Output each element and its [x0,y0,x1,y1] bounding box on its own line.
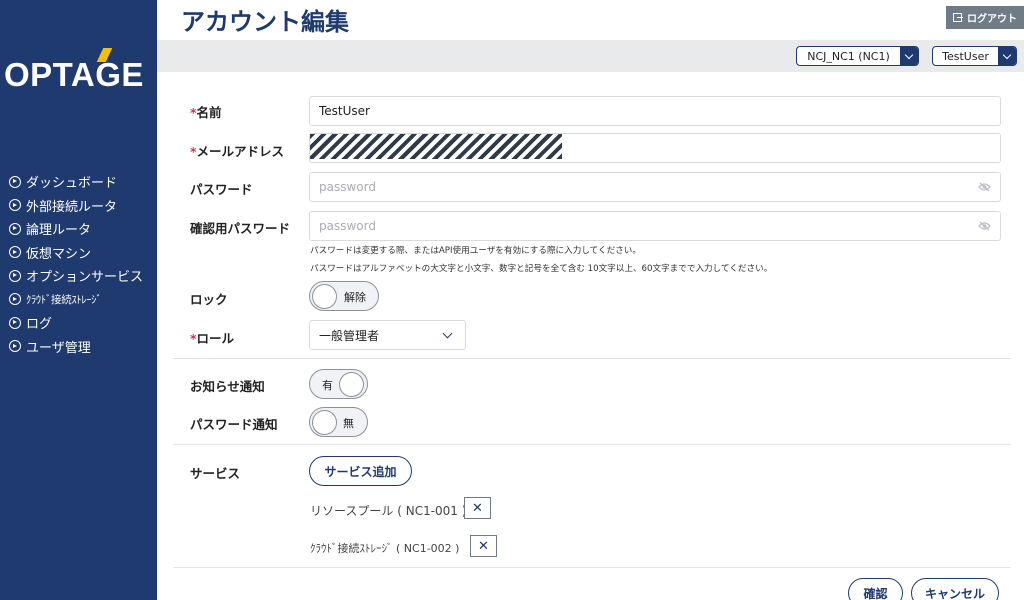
email-redacted-value [310,134,562,159]
eye-slash-icon[interactable] [978,182,991,192]
role-select-value: 一般管理者 [319,328,380,343]
password-help-1: パスワードは変更する際、またはAPI使用ユーザを有効にする際に入力してください。 [310,246,641,256]
eye-slash-icon[interactable] [978,221,991,231]
remove-service-button[interactable]: ✕ [470,535,497,557]
remove-service-button[interactable]: ✕ [464,497,491,519]
sidebar-item-option-service[interactable]: オプションサービス [9,264,143,288]
circle-play-icon [9,316,21,329]
logo-text: OPTAGE [4,56,144,93]
logout-label: ログアウト [967,14,1017,25]
tenant-select[interactable]: NCJ_NC1 (NC1) [796,46,919,66]
confirm-password-placeholder: password [319,219,376,233]
sidebar-item-virtual-machine[interactable]: 仮想マシン [9,241,143,265]
circle-play-icon [9,175,21,188]
circle-play-icon [9,199,21,212]
sidebar-item-label: 仮想マシン [26,246,92,262]
optage-logo: OPTAGE [4,48,152,96]
password-input[interactable]: password [309,172,1001,202]
name-label: *名前 [190,102,222,121]
notice-label: お知らせ通知 [190,379,265,394]
sidebar-item-label: 論理ルータ [26,223,92,239]
name-label-text: 名前 [196,105,222,120]
user-select-value: TestUser [942,49,989,63]
toggle-knob [339,371,364,397]
toggle-knob [312,409,337,435]
section-divider [173,358,1011,359]
add-service-button[interactable]: サービス追加 [309,456,412,486]
name-input[interactable]: TestUser [309,96,1001,126]
service-item: リソースプール ( NC1-001 ) [310,504,467,518]
sidebar-item-label: ｸﾗｳﾄﾞ接続ｽﾄﾚｰｼﾞ [26,293,102,306]
user-select[interactable]: TestUser [932,46,1017,66]
sidebar-item-user-management[interactable]: ユーザ管理 [9,335,143,359]
email-label: *メールアドレス [190,141,284,160]
logout-button[interactable]: ログアウト [946,6,1024,29]
lock-label: ロック [190,292,228,307]
section-divider [173,567,1011,568]
sidebar-item-external-router[interactable]: 外部接続ルータ [9,194,143,218]
confirm-password-input[interactable]: password [309,211,1001,241]
sidebar-item-label: ユーザ管理 [26,340,91,356]
logout-icon [953,13,963,22]
circle-play-icon [9,246,21,259]
password-notice-toggle-text: 無 [343,417,354,430]
notice-toggle-text: 有 [322,379,333,392]
sidebar-item-dashboard[interactable]: ダッシュボード [9,170,143,194]
email-label-text: メールアドレス [196,144,285,159]
sidebar-nav: ダッシュボード 外部接続ルータ 論理ルータ 仮想マシン オプションサービス ｸﾗ… [9,170,143,358]
password-notice-toggle[interactable]: 無 [309,407,368,437]
confirm-button[interactable]: 確認 [848,578,903,600]
lock-toggle-text: 解除 [344,291,366,304]
notice-toggle[interactable]: 有 [309,369,368,399]
role-select[interactable]: 一般管理者 [309,320,466,350]
circle-play-icon [9,222,21,235]
role-label: *ロール [190,328,234,347]
toggle-knob [312,283,337,309]
service-label: サービス [190,466,241,481]
section-divider [173,444,1011,445]
page-title: アカウント編集 [181,8,349,36]
context-bar: NCJ_NC1 (NC1) TestUser [157,40,1024,72]
lock-toggle[interactable]: 解除 [309,281,379,311]
circle-play-icon [9,293,21,306]
password-label: パスワード [190,182,253,197]
chevron-down-icon [998,47,1016,65]
password-notice-label: パスワード通知 [190,417,278,432]
chevron-down-icon [442,328,453,339]
sidebar-item-logical-router[interactable]: 論理ルータ [9,217,143,241]
circle-play-icon [9,340,21,353]
confirm-password-label: 確認用パスワード [190,221,291,236]
sidebar-item-log[interactable]: ログ [9,311,143,335]
name-input-value: TestUser [319,104,370,118]
sidebar-item-label: ログ [26,317,53,333]
sidebar: OPTAGE ダッシュボード 外部接続ルータ 論理ルータ 仮想マシン オプション… [0,0,157,600]
password-placeholder: password [319,180,376,194]
sidebar-item-label: ダッシュボード [26,176,118,192]
role-label-text: ロール [196,331,235,346]
chevron-down-icon [900,47,918,65]
sidebar-item-label: オプションサービス [26,270,144,286]
password-help-2: パスワードはアルファベットの大文字と小文字、数字と記号を全て含む 10文字以上、… [310,264,773,274]
service-item: ｸﾗｳﾄﾞ接続ｽﾄﾚｰｼﾞ ( NC1-002 ) [310,542,460,555]
cancel-button[interactable]: キャンセル [911,578,999,600]
circle-play-icon [9,269,21,282]
sidebar-item-label: 外部接続ルータ [26,199,118,215]
sidebar-item-cloud-storage[interactable]: ｸﾗｳﾄﾞ接続ｽﾄﾚｰｼﾞ [9,288,143,312]
tenant-select-value: NCJ_NC1 (NC1) [807,49,890,63]
